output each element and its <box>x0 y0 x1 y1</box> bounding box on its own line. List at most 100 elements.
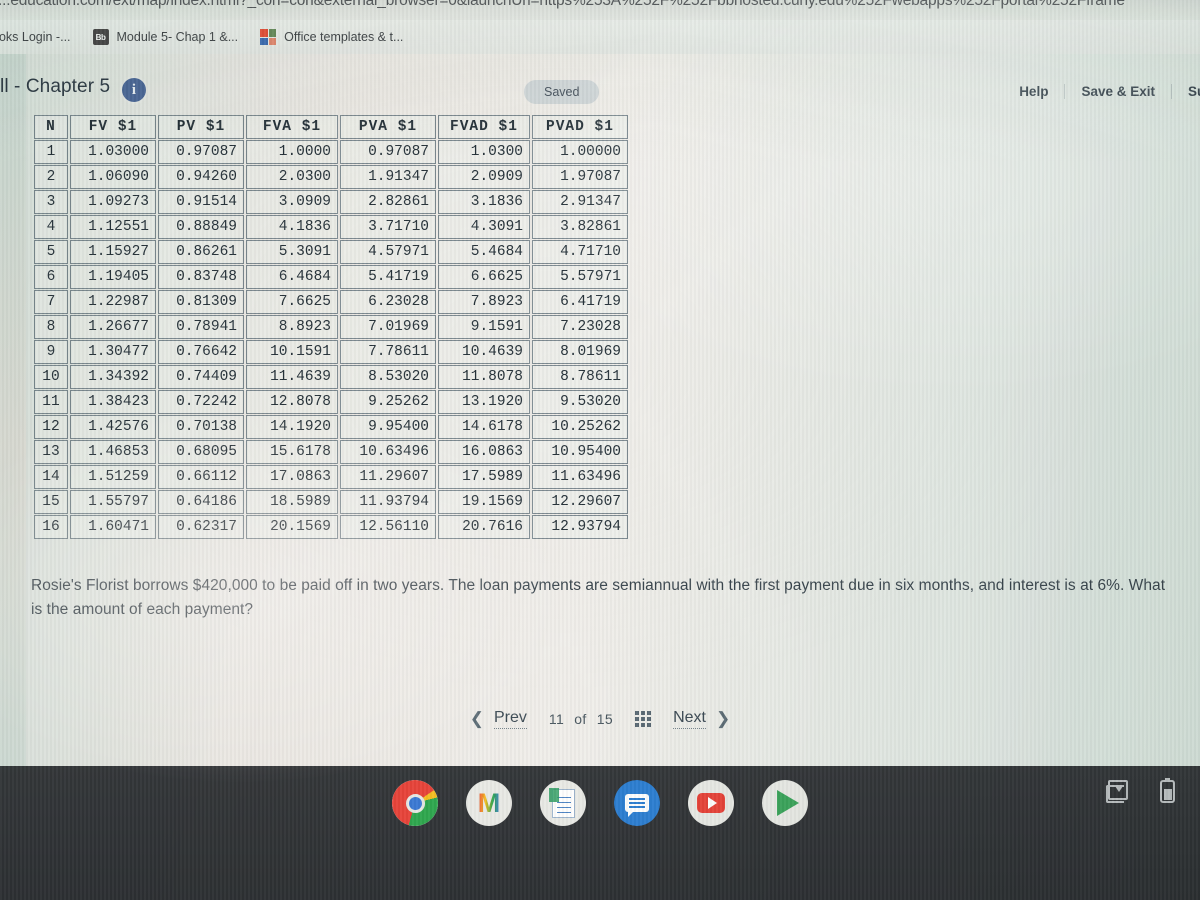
factor-cell: 0.88849 <box>158 215 244 239</box>
factor-cell: 0.94260 <box>158 165 244 189</box>
factor-cell: 1.22987 <box>70 290 156 314</box>
factor-cell: 1.19405 <box>70 265 156 289</box>
factor-cell: 4.3091 <box>438 215 530 239</box>
factor-cell: 8.53020 <box>340 365 436 389</box>
row-period: 12 <box>34 415 68 439</box>
table-row: 10 1.34392 0.74409 11.4639 8.53020 11.8078 8.7… <box>34 365 628 389</box>
table-row: 3 1.09273 0.91514 3.0909 2.82861 3.1836 2.9134… <box>34 190 628 214</box>
table-row: 5 1.15927 0.86261 5.3091 4.57971 5.4684 4.7171… <box>34 240 628 264</box>
factor-cell: 6.23028 <box>340 290 436 314</box>
bookmark-label: Office templates & t... <box>284 30 404 44</box>
factor-cell: 0.83748 <box>158 265 244 289</box>
factor-cell: 0.91514 <box>158 190 244 214</box>
factor-cell: 4.1836 <box>246 215 338 239</box>
screen-capture-icon[interactable] <box>1106 780 1134 806</box>
prev-label: Prev <box>493 709 527 729</box>
assignment-page: ll - Chapter 5 i Saved Help Save & Exit … <box>0 54 1200 766</box>
question-text: Rosie's Florist borrows $420,000 to be p… <box>31 577 1166 619</box>
status-badge: Saved <box>524 80 600 104</box>
factor-cell: 0.70138 <box>158 415 244 439</box>
factor-cell: 17.0863 <box>246 465 338 489</box>
factor-cell: 1.09273 <box>70 190 156 214</box>
factor-cell: 1.60471 <box>70 515 156 539</box>
factor-cell: 1.06090 <box>70 165 156 189</box>
youtube-icon[interactable] <box>688 780 734 826</box>
table-row: 16 1.60471 0.62317 20.1569 12.56110 20.7616 12… <box>34 515 628 539</box>
header-actions: Help Save & Exit Su <box>1003 80 1200 102</box>
page-counter: 11 of 15 <box>549 711 613 727</box>
row-period: 13 <box>34 440 68 464</box>
bookmark-item-module-5[interactable]: Bb Module 5- Chap 1 &... <box>92 26 239 48</box>
system-tray[interactable] <box>1106 778 1186 806</box>
page-total: 15 <box>596 711 614 727</box>
factor-cell: 3.1836 <box>438 190 530 214</box>
factor-cell: 0.62317 <box>158 515 244 539</box>
factor-cell: 0.76642 <box>158 340 244 364</box>
help-button[interactable]: Help <box>1003 83 1066 99</box>
bookmark-label: Module 5- Chap 1 &... <box>116 30 239 44</box>
factor-cell: 1.0300 <box>438 140 530 164</box>
next-label: Next <box>673 709 706 729</box>
row-period: 3 <box>34 190 68 214</box>
factor-cell: 14.1920 <box>246 415 338 439</box>
factor-cell: 5.4684 <box>438 240 530 264</box>
submit-button[interactable]: Su <box>1172 84 1200 99</box>
factor-cell: 10.1591 <box>246 340 338 364</box>
table-row: 9 1.30477 0.76642 10.1591 7.78611 10.4639 8.01… <box>34 340 628 364</box>
gmail-icon[interactable]: M <box>466 780 512 826</box>
play-store-icon[interactable] <box>762 780 808 826</box>
factor-cell: 4.57971 <box>340 240 436 264</box>
column-header-fvad1: FVAD $1 <box>438 115 530 139</box>
next-button[interactable]: Next ❯ <box>673 709 730 729</box>
address-bar-url: ...education.com/ext/map/index.html?_con… <box>0 0 1125 9</box>
factor-cell: 10.25262 <box>532 415 628 439</box>
bookmark-item-ooks-login[interactable]: ooks Login -... <box>0 26 71 48</box>
question-pager: ❮ Prev 11 of 15 Next ❯ <box>0 709 1200 729</box>
factor-cell: 4.71710 <box>532 240 628 264</box>
messages-icon[interactable] <box>614 780 660 826</box>
factor-cell: 6.41719 <box>532 290 628 314</box>
row-period: 11 <box>34 390 68 414</box>
factor-cell: 1.26677 <box>70 315 156 339</box>
factor-cell: 7.23028 <box>532 315 628 339</box>
battery-icon[interactable] <box>1160 778 1186 806</box>
factor-cell: 0.72242 <box>158 390 244 414</box>
browser-address-bar[interactable]: ...education.com/ext/map/index.html?_con… <box>0 0 1200 20</box>
info-icon[interactable]: i <box>122 78 146 102</box>
save-and-exit-button[interactable]: Save & Exit <box>1065 83 1172 99</box>
factor-cell: 3.82861 <box>532 215 628 239</box>
table-row: 15 1.55797 0.64186 18.5989 11.93794 19.1569 12… <box>34 490 628 514</box>
column-header-fva1: FVA $1 <box>246 115 338 139</box>
chevron-left-icon: ❮ <box>469 709 484 728</box>
row-period: 7 <box>34 290 68 314</box>
table-row: 1 1.03000 0.97087 1.0000 0.97087 1.0300 1.0000… <box>34 140 628 164</box>
factor-cell: 8.78611 <box>532 365 628 389</box>
row-period: 5 <box>34 240 68 264</box>
column-header-pv1: PV $1 <box>158 115 244 139</box>
bookmark-item-office-templates[interactable]: Office templates & t... <box>260 26 403 48</box>
factor-cell: 9.53020 <box>532 390 628 414</box>
row-period: 2 <box>34 165 68 189</box>
prev-button[interactable]: ❮ Prev <box>470 709 527 729</box>
factor-cell: 1.55797 <box>70 490 156 514</box>
table-row: 14 1.51259 0.66112 17.0863 11.29607 17.5989 11… <box>34 465 628 489</box>
grid-icon[interactable] <box>635 711 652 727</box>
table-row: 8 1.26677 0.78941 8.8923 7.01969 9.1591 7.2302… <box>34 315 628 339</box>
factor-cell: 16.0863 <box>438 440 530 464</box>
table-row: 6 1.19405 0.83748 6.4684 5.41719 6.6625 5.5797… <box>34 265 628 289</box>
chrome-icon[interactable] <box>392 780 438 826</box>
factor-cell: 2.91347 <box>532 190 628 214</box>
assignment-header: ll - Chapter 5 i Saved Help Save & Exit … <box>0 68 1200 112</box>
factor-cell: 20.7616 <box>438 515 530 539</box>
factor-cell: 5.57971 <box>532 265 628 289</box>
row-period: 15 <box>34 490 68 514</box>
row-period: 16 <box>34 515 68 539</box>
factor-cell: 2.0300 <box>246 165 338 189</box>
factor-cell: 0.68095 <box>158 440 244 464</box>
factor-cell: 1.03000 <box>70 140 156 164</box>
factor-cell: 6.4684 <box>246 265 338 289</box>
factor-cell: 20.1569 <box>246 515 338 539</box>
factor-cell: 1.34392 <box>70 365 156 389</box>
google-docs-icon[interactable] <box>540 780 586 826</box>
factor-cell: 14.6178 <box>438 415 530 439</box>
